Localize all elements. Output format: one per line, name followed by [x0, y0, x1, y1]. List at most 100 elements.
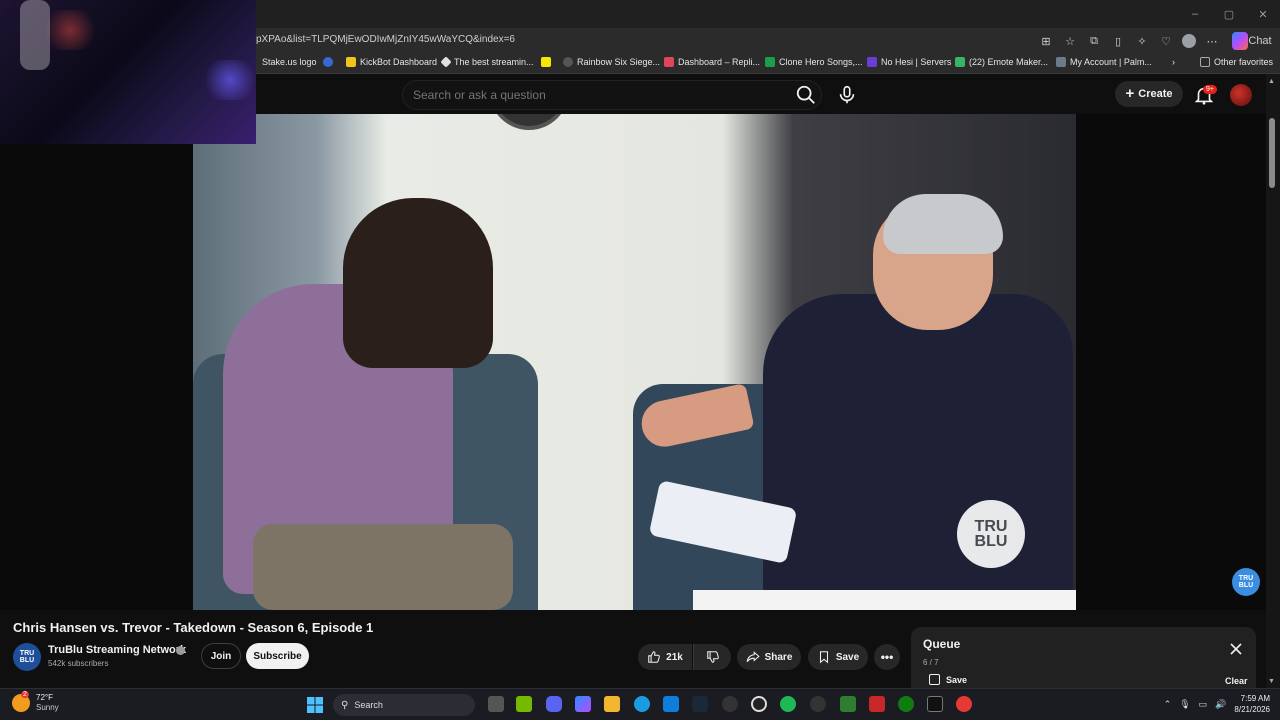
steam-icon[interactable] [692, 696, 708, 712]
microphone-icon[interactable] [836, 84, 858, 106]
thumbs-down-icon [706, 651, 719, 663]
bookmark-r[interactable] [323, 57, 333, 67]
edge-icon[interactable] [634, 696, 650, 712]
chrome-icon[interactable] [956, 696, 972, 712]
search-input[interactable] [403, 81, 763, 109]
nvidia-icon[interactable] [516, 696, 532, 712]
extensions-icon[interactable]: ⧉ [1086, 32, 1102, 50]
microphone-tray-icon[interactable]: 🎙 [1179, 699, 1190, 710]
copilot-icon [1232, 32, 1248, 50]
racing-app-icon[interactable] [869, 696, 885, 712]
tray-overflow-chevron-icon[interactable]: ⌃ [1164, 699, 1172, 710]
chat-label: Chat [1248, 35, 1272, 47]
obs-icon[interactable] [722, 696, 738, 712]
windows-start-icon[interactable] [307, 697, 323, 713]
bookmark-kickbot[interactable]: KickBot Dashboard [346, 57, 437, 67]
channel-avatar[interactable]: TRU BLU [13, 643, 41, 671]
more-actions-button[interactable]: ••• [874, 644, 900, 670]
spotify-icon[interactable] [780, 696, 796, 712]
queue-position: 6 / 7 [923, 658, 939, 667]
share-label: Share [764, 651, 793, 663]
webcam-figure [20, 0, 50, 70]
search-icon[interactable] [794, 84, 818, 106]
scroll-up-arrow-icon[interactable]: ▲ [1268, 78, 1275, 85]
table [693, 590, 1076, 610]
bookmarks-overflow-chevron-icon[interactable]: › [1172, 57, 1175, 67]
user-avatar[interactable] [1230, 84, 1252, 106]
queue-save-button[interactable]: Save [929, 674, 967, 685]
task-view-icon[interactable] [488, 696, 504, 712]
scrollbar-thumb[interactable] [1269, 118, 1275, 188]
subscribe-button[interactable]: Subscribe [246, 643, 309, 669]
split-screen-icon[interactable]: ▯ [1110, 32, 1126, 50]
close-icon[interactable] [1229, 642, 1243, 656]
bookmark-label: Other favorites [1214, 57, 1274, 67]
settings-gear-icon[interactable] [751, 696, 767, 712]
queue-save-label: Save [946, 674, 968, 685]
bookmark-label: KickBot Dashboard [360, 57, 438, 67]
weather-alert-badge: 2 [21, 691, 29, 698]
window-controls: – ▢ ✕ [1178, 0, 1280, 28]
plus-icon: + [1125, 85, 1135, 102]
bookmark-my-account[interactable]: My Account | Palm... [1056, 57, 1152, 67]
favorite-star-icon[interactable]: ☆ [1062, 32, 1078, 50]
join-button[interactable]: Join [201, 643, 241, 669]
minimize-button[interactable]: – [1178, 0, 1212, 28]
system-tray: ⌃ 🎙 ▭ 🔊 7:59 AM 8/21/2026 [1164, 693, 1270, 715]
maximize-button[interactable]: ▢ [1212, 0, 1246, 28]
weather-widget[interactable]: 2 72°F Sunny [12, 691, 59, 713]
bookmark-stake[interactable]: Stake.us logo [262, 57, 317, 67]
emote-maker-icon [955, 57, 965, 67]
system-clock[interactable]: 7:59 AM 8/21/2026 [1234, 693, 1270, 715]
taskbar-search[interactable]: ⚲ Search [333, 694, 475, 716]
no-hesi-icon [867, 57, 877, 67]
bookmark-label: Rainbow Six Siege... [577, 57, 661, 67]
queue-clear-button[interactable]: Clear [1225, 676, 1248, 686]
network-icon[interactable]: ▭ [1199, 699, 1208, 710]
scroll-down-arrow-icon[interactable]: ▼ [1268, 678, 1275, 685]
bookmark-label: My Account | Palm... [1070, 57, 1152, 67]
folder-icon [1200, 57, 1210, 67]
channel-name[interactable]: TruBlu Streaming Network [48, 644, 186, 656]
bookmark-other-favorites[interactable]: Other favorites [1200, 57, 1273, 67]
bookmark-clone-hero[interactable]: Clone Hero Songs,... [765, 57, 863, 67]
collections-icon[interactable]: ✧ [1134, 32, 1150, 50]
video-title: Chris Hansen vs. Trevor - Takedown - Sea… [13, 620, 374, 635]
copilot-icon[interactable] [575, 696, 591, 712]
discord-icon[interactable] [546, 696, 562, 712]
clock-time: 7:59 AM [1240, 694, 1270, 703]
bookmark-label: No Hesi | Servers [881, 57, 952, 67]
share-button[interactable]: Share [737, 644, 801, 670]
bookmark-dashboard[interactable]: Dashboard – Repli... [664, 57, 760, 67]
browser-essentials-icon[interactable]: ♡ [1158, 32, 1174, 50]
like-button[interactable]: 21k [638, 644, 692, 670]
xbox-icon[interactable] [898, 696, 914, 712]
dislike-button[interactable] [693, 644, 731, 670]
bookmark-streaming[interactable]: The best streamin... [440, 56, 534, 68]
url-text[interactable]: pXPAo&list=TLPQMjEwODIwMjZnIY45wWaYCQ&in… [256, 34, 515, 45]
bookmark-rainbow-six[interactable]: Rainbow Six Siege... [563, 57, 660, 67]
copilot-chat-button[interactable]: Chat [1228, 32, 1272, 50]
profile-avatar[interactable] [1182, 34, 1196, 48]
channel-watermark-button[interactable]: TRU BLU [1232, 568, 1260, 596]
close-window-button[interactable]: ✕ [1246, 0, 1280, 28]
volume-icon[interactable]: 🔊 [1215, 699, 1226, 710]
epic-games-icon[interactable] [927, 696, 943, 712]
file-explorer-icon[interactable] [604, 696, 620, 712]
bookmark-emote-maker[interactable]: (22) Emote Maker... [955, 57, 1048, 67]
app-available-icon[interactable]: ⊞ [1038, 32, 1054, 50]
taskbar-search-label: Search [354, 700, 383, 710]
save-button[interactable]: Save [808, 644, 868, 670]
bookmark-label: (22) Emote Maker... [969, 57, 1049, 67]
4k-video-icon[interactable] [810, 696, 826, 712]
video-frame[interactable]: TRU BLU [193, 114, 1076, 610]
temperature: 72°F [36, 693, 53, 702]
more-menu-icon[interactable]: ⋯ [1204, 32, 1220, 50]
watermark-text: TRU BLU [974, 518, 1008, 550]
store-icon[interactable] [663, 696, 679, 712]
create-button[interactable]: + Create [1115, 81, 1183, 107]
b-app-icon[interactable] [840, 696, 856, 712]
bookmark-no-hesi[interactable]: No Hesi | Servers [867, 57, 951, 67]
bookmark-snapchat[interactable] [541, 57, 551, 67]
clock-date: 8/21/2026 [1234, 705, 1270, 714]
